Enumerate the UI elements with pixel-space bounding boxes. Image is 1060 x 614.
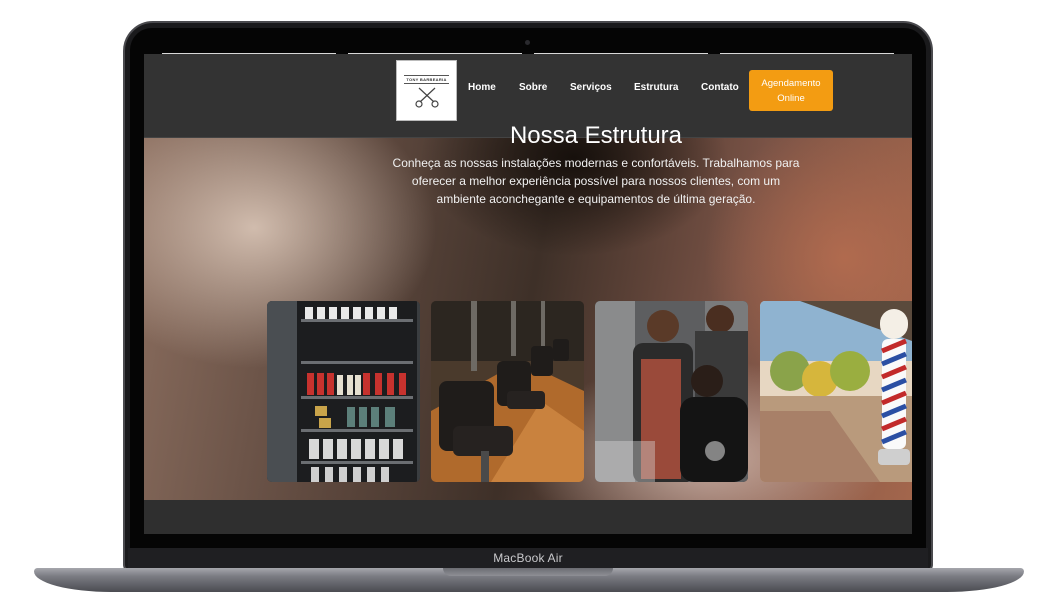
laptop-notch [443,568,613,576]
booking-button[interactable]: Agendamento Online [749,70,833,111]
gallery-card-barber[interactable] [595,301,748,482]
nav-estrutura[interactable]: Estrutura [634,82,678,93]
nav-contato[interactable]: Contato [701,82,739,93]
camera-icon [525,40,530,45]
product-shelf-photo [267,301,420,482]
gallery-card-shelf[interactable] [267,301,420,482]
nav-home[interactable]: Home [468,82,496,93]
hero-description: Conheça as nossas instalações modernas e… [392,156,800,206]
footer-strip [144,500,912,534]
device-label: MacBook Air [493,551,563,565]
nav-sobre[interactable]: Sobre [519,82,547,93]
logo-wordmark: TONY BARBEARIA [404,75,449,84]
gallery-card-chairs[interactable] [431,301,584,482]
scissors-icon [414,87,439,108]
barber-cutting-hair-photo [595,301,748,482]
site-logo[interactable]: TONY BARBEARIA [396,60,457,121]
page-title: Nossa Estrutura [509,122,683,149]
gallery-card-pole[interactable] [760,301,912,482]
barber-pole-photo [760,301,912,482]
website-screen: TONY BARBEARIA Home Sobre Serviços Estru… [144,54,912,534]
barber-chairs-photo [431,301,584,482]
nav-servicos[interactable]: Serviços [570,82,612,93]
